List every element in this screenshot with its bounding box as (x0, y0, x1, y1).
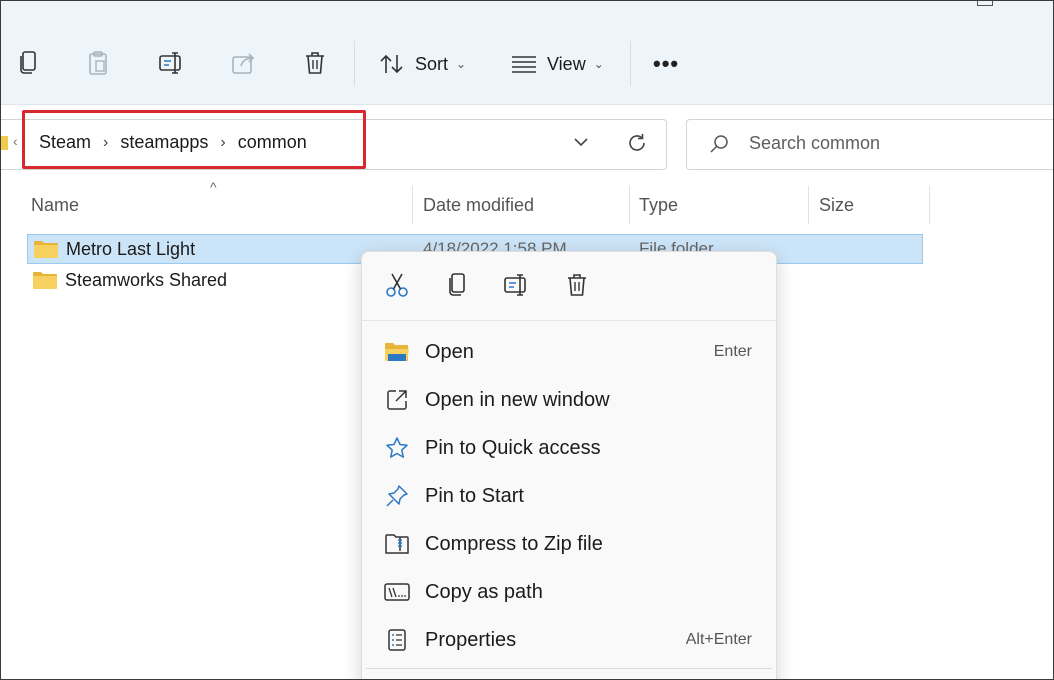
menu-item-open[interactable]: Open Enter (362, 330, 776, 374)
sort-label: Sort (415, 53, 449, 74)
menu-item-pin-quick-access[interactable]: Pin to Quick access (362, 426, 776, 470)
copy-icon[interactable] (13, 47, 43, 79)
refresh-button[interactable] (626, 132, 648, 159)
file-name: Metro Last Light (66, 238, 196, 259)
highlight-annotation-box (22, 110, 366, 169)
view-icon (512, 56, 536, 73)
menu-item-properties[interactable]: Properties Alt+Enter (362, 618, 776, 662)
view-label: View (547, 53, 586, 74)
column-header-date[interactable]: Date modified (423, 186, 534, 224)
menu-separator (366, 668, 772, 669)
column-header-name[interactable]: Name (31, 186, 79, 224)
menu-item-shortcut: Enter (713, 343, 752, 360)
copy-icon[interactable] (442, 270, 472, 300)
menu-item-compress-zip[interactable]: Compress to Zip file (362, 522, 776, 566)
menu-item-label: Compress to Zip file (425, 532, 603, 555)
toolbar-separator (630, 41, 631, 86)
context-quick-actions (362, 252, 776, 321)
folder-icon (33, 271, 57, 289)
menu-item-copy-path[interactable]: Copy as path (362, 570, 776, 614)
properties-icon (384, 628, 410, 652)
column-header-type[interactable]: Type (639, 186, 678, 224)
menu-item-pin-start[interactable]: Pin to Start (362, 474, 776, 518)
command-bar: Sort ⌄ View ⌄ ••• (1, 1, 1053, 105)
column-divider[interactable] (412, 186, 413, 224)
address-history-dropdown[interactable] (573, 134, 589, 150)
share-icon[interactable] (229, 47, 259, 79)
column-header-size[interactable]: Size (819, 186, 854, 224)
chevron-left-icon: ‹ (13, 133, 18, 149)
context-menu: Open Enter Open in new window Pin to Qui… (361, 251, 777, 679)
open-new-window-icon (384, 388, 410, 412)
menu-item-label: Open (425, 340, 474, 363)
folder-icon (1, 136, 8, 150)
menu-item-label: Pin to Quick access (425, 436, 601, 459)
column-divider[interactable] (929, 186, 930, 224)
search-input[interactable] (747, 132, 1031, 155)
menu-item-label: Copy as path (425, 580, 543, 603)
delete-icon[interactable] (300, 47, 330, 79)
chevron-down-icon (574, 138, 588, 147)
more-options-button[interactable]: ••• (653, 51, 679, 77)
menu-item-label: Open in new window (425, 388, 610, 411)
chevron-down-icon: ⌄ (456, 57, 467, 71)
menu-item-label: Properties (425, 628, 517, 651)
menu-item-open-new-window[interactable]: Open in new window (362, 378, 776, 422)
zip-icon (384, 532, 410, 556)
rename-icon[interactable] (157, 47, 187, 79)
file-name: Steamworks Shared (65, 269, 228, 290)
delete-icon[interactable] (562, 270, 592, 300)
window-control-icon[interactable] (977, 1, 993, 6)
copy-path-icon (384, 580, 410, 604)
sort-button[interactable]: Sort ⌄ (379, 49, 466, 79)
sort-icon (380, 54, 403, 74)
column-divider[interactable] (629, 186, 630, 224)
pin-icon (384, 484, 410, 508)
folder-icon (34, 240, 58, 258)
view-button[interactable]: View ⌄ (511, 49, 604, 79)
sort-ascending-icon: ^ (210, 179, 217, 195)
folder-open-icon (384, 340, 410, 364)
search-icon (709, 134, 729, 159)
star-icon (384, 436, 410, 460)
rename-icon[interactable] (502, 270, 532, 300)
chevron-down-icon: ⌄ (593, 57, 604, 71)
file-explorer-window: Sort ⌄ View ⌄ ••• ‹ Steam › steamapps › … (0, 0, 1054, 680)
column-divider[interactable] (808, 186, 809, 224)
search-box[interactable] (686, 119, 1053, 170)
cut-icon[interactable] (382, 270, 412, 300)
refresh-icon (629, 134, 645, 151)
menu-item-shortcut: Alt+Enter (685, 631, 752, 648)
toolbar-separator (354, 41, 355, 86)
menu-item-label: Pin to Start (425, 484, 524, 507)
paste-icon[interactable] (83, 47, 113, 79)
